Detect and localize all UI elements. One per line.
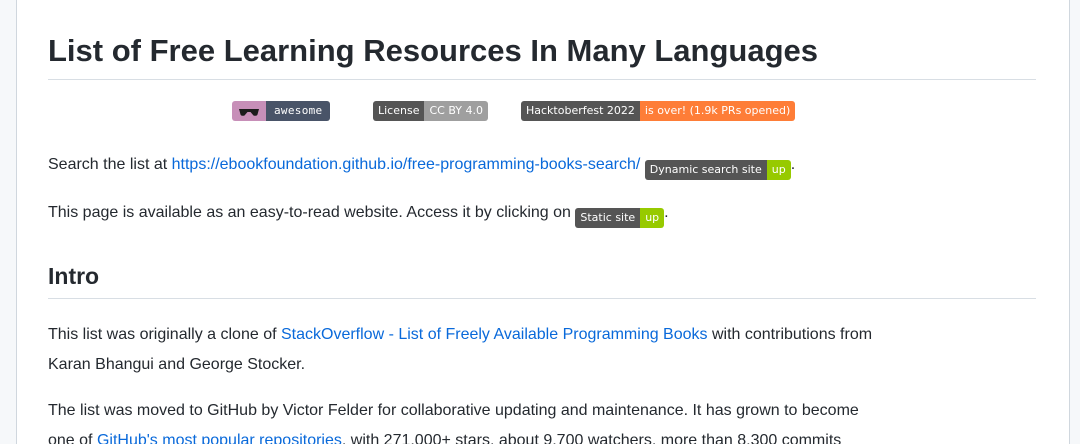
search-suffix: .: [790, 156, 796, 173]
hacktoberfest-badge-value: is over! (1.9k PRs opened): [639, 101, 796, 121]
license-badge-label: License: [373, 101, 425, 121]
static-site-paragraph: This page is available as an easy-to-rea…: [48, 201, 669, 228]
intro-paragraph-1-line-1: This list was originally a clone of Stac…: [48, 323, 872, 347]
intro-divider: [48, 298, 1036, 299]
page-title: List of Free Learning Resources In Many …: [48, 33, 819, 68]
intro-heading: Intro: [48, 263, 100, 289]
intro-p2-prefix: one of: [48, 432, 97, 444]
static-site-badge-label: Static site: [575, 208, 641, 228]
intro-paragraph-2-line-2: one of GitHub's most popular repositorie…: [48, 429, 841, 444]
readme-article: List of Free Learning Resources In Many …: [16, 0, 1070, 444]
static-site-badge-status: up: [640, 208, 665, 228]
intro-p1-suffix: with contributions from: [707, 326, 873, 343]
title-divider: [48, 79, 1036, 80]
sunglasses-icon: [239, 109, 259, 116]
page: List of Free Learning Resources In Many …: [0, 0, 1080, 444]
license-badge-value: CC BY 4.0: [424, 101, 488, 121]
intro-paragraph-2-line-1: The list was moved to GitHub by Victor F…: [48, 402, 859, 419]
awesome-badge-logo: [232, 101, 266, 121]
awesome-badge[interactable]: awesome: [232, 101, 331, 121]
static-prefix: This page is available as an easy-to-rea…: [48, 204, 576, 221]
badge-row: awesome License CC BY 4.0 Hacktoberfest …: [48, 101, 1036, 121]
dynamic-search-badge-label: Dynamic search site: [644, 160, 767, 180]
search-prefix: Search the list at: [48, 156, 172, 173]
search-link[interactable]: https://ebookfoundation.github.io/free-p…: [172, 156, 641, 173]
static-site-badge[interactable]: Static site up: [575, 208, 665, 228]
awesome-badge-text: awesome: [266, 101, 331, 121]
intro-paragraph-1-line-2: Karan Bhangui and George Stocker.: [48, 356, 306, 373]
search-paragraph: Search the list at https://ebookfoundati…: [48, 153, 795, 180]
hacktoberfest-badge-label: Hacktoberfest 2022: [521, 101, 640, 121]
license-badge[interactable]: License CC BY 4.0: [373, 101, 488, 121]
stackoverflow-link[interactable]: StackOverflow - List of Freely Available…: [281, 326, 708, 343]
intro-p1-prefix: This list was originally a clone of: [48, 326, 281, 343]
hacktoberfest-badge[interactable]: Hacktoberfest 2022 is over! (1.9k PRs op…: [521, 101, 796, 121]
dynamic-search-badge-status: up: [766, 160, 791, 180]
dynamic-search-badge[interactable]: Dynamic search site up: [644, 160, 791, 180]
intro-p2-suffix: , with 271,000+ stars, about 9,700 watch…: [341, 432, 842, 444]
static-suffix: .: [664, 204, 669, 221]
github-popular-repos-link[interactable]: GitHub's most popular repositories: [97, 432, 342, 444]
